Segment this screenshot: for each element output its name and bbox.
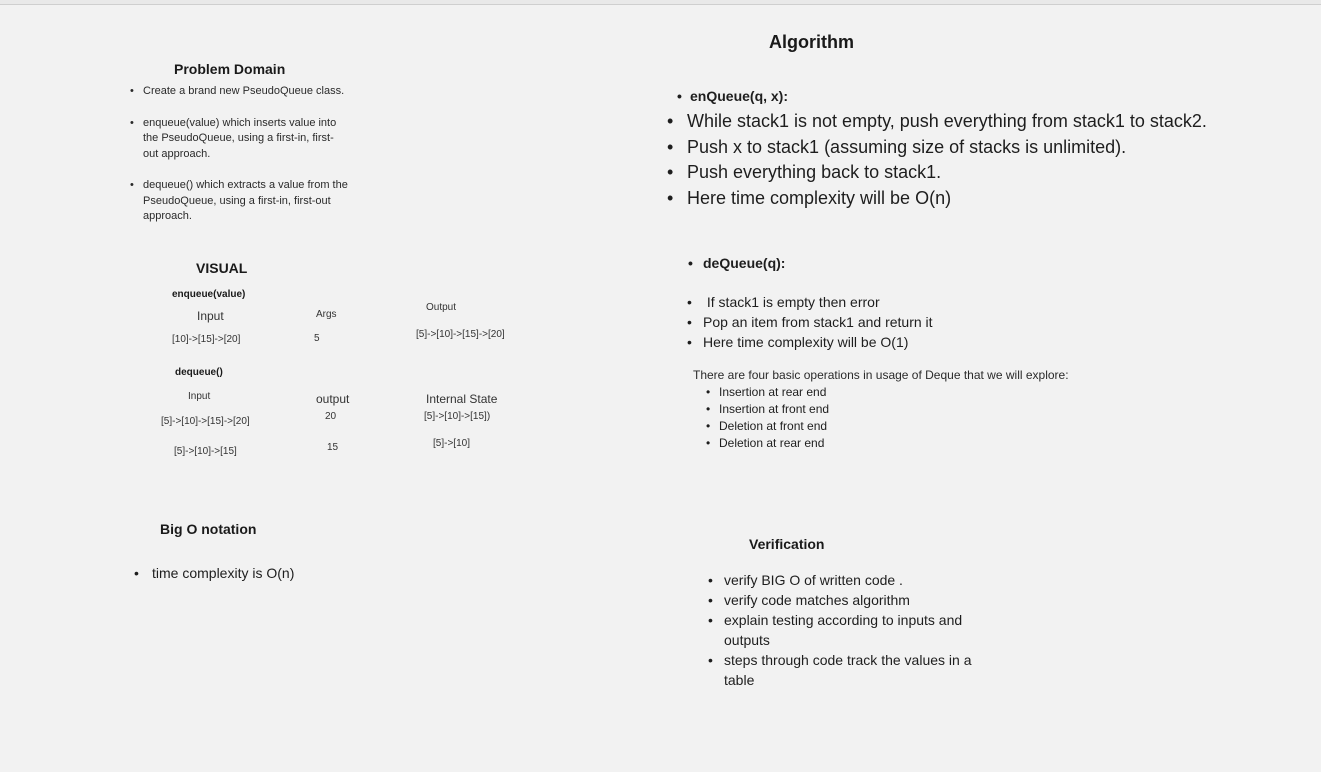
dequeue-steps-list: If stack1 is empty then error Pop an ite… [687, 292, 933, 352]
verification-item: explain testing according to inputs and … [708, 610, 986, 650]
visual-title: VISUAL [196, 260, 248, 276]
dequeue-row-1-internal: [5]->[10]->[15]) [424, 411, 491, 422]
dequeue-step: Here time complexity will be O(1) [687, 332, 933, 352]
enqueue-step: Push x to stack1 (assuming size of stack… [667, 135, 1207, 161]
verification-title: Verification [749, 536, 825, 552]
dequeue-row-2-output: 15 [327, 442, 339, 453]
verification-item: verify BIG O of written code . [708, 570, 998, 590]
dequeue-input-header: Input [188, 391, 211, 402]
enqueue-args-header: Args [316, 309, 337, 320]
verification-item: steps through code track the values in a… [708, 650, 992, 690]
deque-op: Deletion at rear end [706, 435, 829, 452]
deque-op: Insertion at front end [706, 401, 829, 418]
problem-domain-item: Create a brand new PseudoQueue class. [130, 84, 358, 100]
enqueue-input-cell: [10]->[15]->[20] [172, 334, 241, 345]
enqueue-output-cell: [5]->[10]->[15]->[20] [416, 329, 505, 340]
enqueue-step: Here time complexity will be O(n) [667, 186, 1207, 212]
problem-domain-item: dequeue() which extracts a value from th… [130, 178, 349, 225]
dequeue-table-title: dequeue() [175, 367, 223, 378]
verification-item: verify code matches algorithm [708, 590, 998, 610]
enqueue-input-header: Input [197, 309, 224, 323]
enqueue-step: While stack1 is not empty, push everythi… [667, 109, 1207, 135]
dequeue-internal-header: Internal State [426, 392, 498, 406]
dequeue-row-1-output: 20 [325, 411, 337, 422]
algorithm-title: Algorithm [769, 32, 854, 52]
big-o-item: time complexity is O(n) [134, 564, 294, 582]
deque-ops-list: Insertion at rear end Insertion at front… [706, 384, 829, 452]
dequeue-row-2-input: [5]->[10]->[15] [174, 446, 237, 457]
enqueue-heading-list: enQueue(q, x): [677, 87, 788, 105]
dequeue-heading: deQueue(q): [688, 254, 785, 272]
big-o-title: Big O notation [160, 521, 257, 537]
enqueue-heading: enQueue(q, x): [677, 87, 788, 105]
dequeue-row-2-internal: [5]->[10] [433, 438, 470, 449]
verification-list: verify BIG O of written code . verify co… [708, 570, 998, 690]
enqueue-steps-list: While stack1 is not empty, push everythi… [667, 109, 1207, 211]
enqueue-table-title: enqueue(value) [172, 289, 246, 300]
deque-op: Deletion at front end [706, 418, 829, 435]
deque-op: Insertion at rear end [706, 384, 829, 401]
dequeue-step: Pop an item from stack1 and return it [687, 312, 933, 332]
canvas-top-border [0, 0, 1321, 5]
problem-domain-item: enqueue(value) which inserts value into … [130, 116, 349, 163]
dequeue-output-header: output [316, 392, 350, 406]
enqueue-output-header: Output [426, 302, 457, 313]
enqueue-step: Push everything back to stack1. [667, 160, 1207, 186]
dequeue-step: If stack1 is empty then error [687, 292, 933, 312]
problem-domain-list: Create a brand new PseudoQueue class. en… [130, 84, 358, 225]
dequeue-row-1-input: [5]->[10]->[15]->[20] [161, 416, 250, 427]
dequeue-heading-list: deQueue(q): [688, 254, 785, 272]
deque-intro: There are four basic operations in usage… [693, 368, 1069, 382]
enqueue-args-cell: 5 [314, 333, 320, 344]
big-o-list: time complexity is O(n) [134, 564, 294, 582]
problem-domain-title: Problem Domain [174, 61, 286, 77]
